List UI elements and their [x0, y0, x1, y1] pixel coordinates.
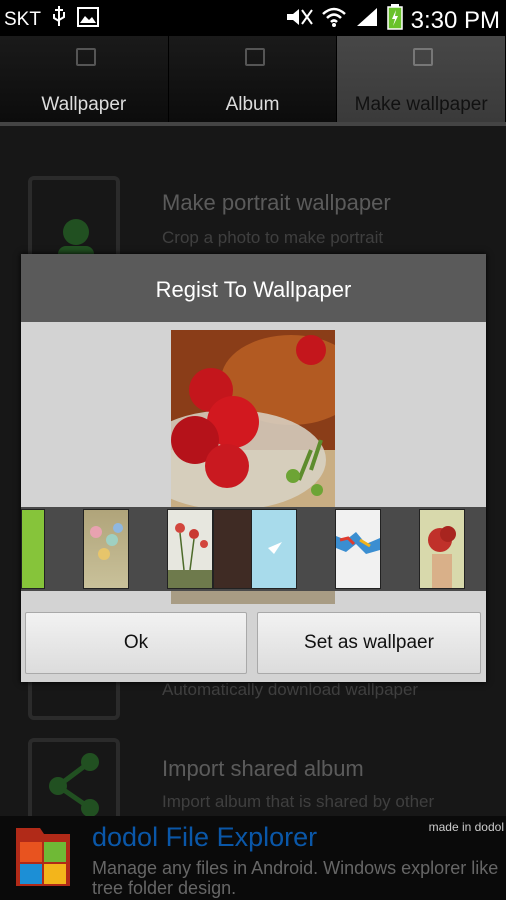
tab-label: Album [225, 94, 280, 115]
wifi-icon [321, 6, 347, 35]
thumbnail[interactable] [83, 509, 129, 589]
set-as-wallpaper-button[interactable]: Set as wallpaer [257, 612, 481, 674]
tab-label: Make wallpaper [354, 94, 488, 115]
battery-icon [386, 4, 403, 37]
carrier-label: SKT [4, 9, 41, 30]
dialog-title: Regist To Wallpaper [21, 254, 486, 322]
tab-label: Wallpaper [41, 94, 127, 115]
dialog-buttons: Ok Set as wallpaer [21, 612, 486, 674]
tab-wallpaper[interactable]: Wallpaper [0, 36, 169, 122]
ad-description: Manage any files in Android. Windows exp… [92, 858, 499, 898]
ad-banner[interactable]: dodol File Explorer Manage any files in … [0, 816, 506, 900]
tab-make-wallpaper[interactable]: Make wallpaper [337, 36, 506, 122]
folder-icon [10, 824, 76, 899]
thumbnail[interactable] [167, 509, 213, 589]
mute-icon [285, 6, 313, 35]
thumbnail-strip[interactable] [21, 507, 486, 591]
ad-title: dodol File Explorer [92, 822, 318, 852]
usb-icon [51, 6, 67, 34]
signal-icon [355, 6, 379, 35]
thumbnail[interactable] [21, 509, 45, 589]
crop-icon [413, 48, 434, 66]
tab-bar: Wallpaper Album Make wallpaper [0, 36, 506, 122]
status-bar: SKT 3:30 PM [0, 0, 506, 36]
regist-wallpaper-dialog: Regist To Wallpaper Ok Set as wallpaer [21, 254, 486, 682]
image-icon [76, 7, 99, 33]
clock: 3:30 PM [410, 6, 500, 34]
thumbnail[interactable] [419, 509, 465, 589]
tab-album[interactable]: Album [168, 36, 338, 122]
ok-button[interactable]: Ok [25, 612, 247, 674]
thumbnail[interactable] [335, 509, 381, 589]
share-icon [244, 48, 265, 66]
image-icon [75, 48, 96, 66]
thumbnail[interactable] [251, 509, 297, 589]
ad-made-in-label: made in dodol [428, 820, 504, 834]
